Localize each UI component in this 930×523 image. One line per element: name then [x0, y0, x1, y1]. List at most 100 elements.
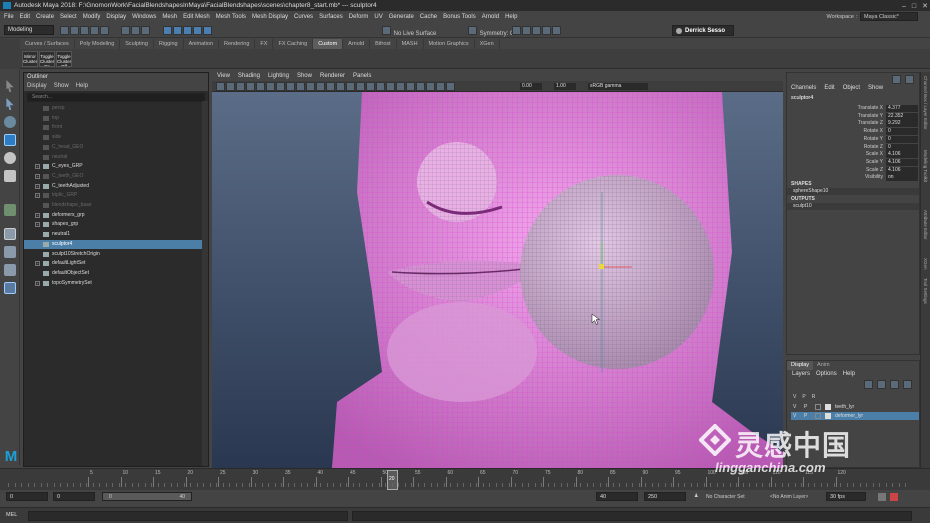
arnold-icon[interactable]: [552, 26, 561, 35]
snap-point-icon[interactable]: [182, 26, 192, 35]
output-node[interactable]: sculpt10: [787, 203, 919, 210]
textured-icon[interactable]: [356, 82, 365, 91]
outliner-row[interactable]: + topoSymmetrySet: [24, 279, 202, 289]
layer-color-swatch[interactable]: [825, 404, 831, 410]
grid-icon[interactable]: [256, 82, 265, 91]
menu-uv[interactable]: UV: [374, 14, 382, 20]
shelf-tab-mash[interactable]: MASH: [397, 39, 424, 49]
outliner-row[interactable]: neutral: [24, 153, 202, 163]
menu-edit-mesh[interactable]: Edit Mesh: [183, 14, 210, 20]
new-layer-selected-icon[interactable]: [903, 380, 912, 389]
shadows-icon[interactable]: [376, 82, 385, 91]
layer-menu-layers[interactable]: Layers: [792, 370, 810, 379]
save-scene-icon[interactable]: [80, 26, 89, 35]
channel-menu-show[interactable]: Show: [868, 83, 883, 93]
menu-file[interactable]: File: [4, 14, 14, 20]
expand-icon[interactable]: +: [35, 193, 40, 199]
outliner-row[interactable]: persp: [24, 104, 202, 114]
outliner-row[interactable]: + C_teeth_GEO: [24, 172, 202, 182]
outliner-row[interactable]: + C_eyes_GRP: [24, 162, 202, 172]
camera-attributes-icon[interactable]: [226, 82, 235, 91]
use-all-lights-icon[interactable]: [366, 82, 375, 91]
snap-view-plane-icon[interactable]: [192, 26, 202, 35]
field-chart-icon[interactable]: [296, 82, 305, 91]
menu-windows[interactable]: Windows: [132, 14, 156, 20]
live-surface-field[interactable]: No Live Surface: [382, 26, 436, 37]
safe-title-icon[interactable]: [316, 82, 325, 91]
anim-layer-dropdown[interactable]: <No Anim Layer>: [770, 494, 808, 500]
channel-menu-channels[interactable]: Channels: [791, 83, 816, 93]
current-time-indicator[interactable]: 20: [387, 470, 398, 490]
safe-action-icon[interactable]: [306, 82, 315, 91]
layer-playback-toggle[interactable]: P: [804, 403, 807, 411]
bookmark-icon[interactable]: [236, 82, 245, 91]
anti-aliasing-icon[interactable]: [406, 82, 415, 91]
shelf-tab-sculpting[interactable]: Sculpting: [120, 39, 154, 49]
menu-generate[interactable]: Generate: [389, 14, 414, 20]
gate-mask-icon[interactable]: [286, 82, 295, 91]
outliner-row[interactable]: neutral1: [24, 230, 202, 240]
expand-icon[interactable]: +: [35, 261, 40, 267]
attribute-value-field[interactable]: 9.292: [886, 120, 918, 128]
expand-icon[interactable]: +: [35, 280, 40, 286]
user-account-dropdown[interactable]: Derrick Sesso: [672, 25, 734, 36]
select-object-icon[interactable]: [131, 26, 141, 35]
layer-row[interactable]: V Pteeth_lyr: [791, 403, 919, 411]
menu-surfaces[interactable]: Surfaces: [319, 14, 343, 20]
colorspace-dropdown[interactable]: sRGB gamma: [588, 83, 648, 90]
wireframe-icon[interactable]: [326, 82, 335, 91]
menu-help[interactable]: Help: [505, 14, 517, 20]
render-icon[interactable]: [512, 26, 521, 35]
outliner-row[interactable]: blendshape_base: [24, 201, 202, 211]
lasso-tool-icon[interactable]: [6, 98, 14, 110]
outliner-row[interactable]: side: [24, 133, 202, 143]
layer-tab-anim[interactable]: Anim: [813, 361, 834, 370]
menu-edit[interactable]: Edit: [20, 14, 30, 20]
make-live-icon[interactable]: [202, 26, 212, 35]
menu-select[interactable]: Select: [60, 14, 77, 20]
menu-deform[interactable]: Deform: [349, 14, 369, 20]
anim-start-field[interactable]: 0: [53, 492, 95, 501]
exposure-field[interactable]: 0.00: [520, 83, 542, 90]
ipr-render-icon[interactable]: [522, 26, 531, 35]
undo-icon[interactable]: [90, 26, 99, 35]
menu-modify[interactable]: Modify: [83, 14, 101, 20]
persp-outliner-icon[interactable]: [4, 264, 16, 276]
channel-attribute-row[interactable]: Scale Z 4.106: [787, 166, 919, 175]
menu-bonus-tools[interactable]: Bonus Tools: [443, 14, 476, 20]
outliner-row[interactable]: front: [24, 123, 202, 133]
menu-mesh-tools[interactable]: Mesh Tools: [216, 14, 246, 20]
attribute-value-field[interactable]: on: [886, 174, 918, 182]
shelf-tab-arnold[interactable]: Arnold: [343, 39, 371, 49]
outliner-menu-display[interactable]: Display: [27, 82, 47, 91]
panel-options-icon[interactable]: [892, 75, 901, 84]
outliner-row[interactable]: + shapes_grp: [24, 220, 202, 230]
snap-curve-icon[interactable]: [172, 26, 182, 35]
expand-icon[interactable]: +: [35, 212, 40, 218]
menu-mesh[interactable]: Mesh: [162, 14, 177, 20]
shape-node[interactable]: sphereShape10: [787, 188, 919, 195]
command-input[interactable]: [28, 511, 348, 521]
shelf-tab-rigging[interactable]: Rigging: [154, 39, 184, 49]
attribute-value-field[interactable]: 0: [886, 143, 918, 151]
attribute-value-field[interactable]: 0: [886, 135, 918, 143]
character-set-dropdown[interactable]: No Character Set: [706, 494, 745, 500]
playback-settings-icon[interactable]: [890, 493, 898, 501]
shelf-tab-bifrost[interactable]: Bifrost: [370, 39, 397, 49]
move-tool-icon[interactable]: [4, 134, 16, 146]
attribute-value-field[interactable]: 4.106: [886, 151, 918, 159]
right-tab-attribute-editor[interactable]: Attribute Editor: [923, 210, 928, 240]
snap-grid-icon[interactable]: [162, 26, 172, 35]
shelf-button-mirror-cluster[interactable]: Mirror Cluster: [22, 51, 38, 67]
symmetry-dropdown[interactable]: Symmetry: Off: [468, 26, 518, 37]
outliner-row[interactable]: top: [24, 114, 202, 124]
attribute-value-field[interactable]: 4.106: [886, 158, 918, 166]
scale-tool-icon[interactable]: [4, 170, 16, 182]
menu-mesh-display[interactable]: Mesh Display: [252, 14, 288, 20]
auto-key-icon[interactable]: [878, 493, 886, 501]
channel-attribute-row[interactable]: Rotate X0: [787, 128, 919, 136]
channel-attribute-row[interactable]: Scale Y 4.106: [787, 158, 919, 167]
outliner-row[interactable]: + deformers_grp: [24, 211, 202, 221]
menu-arnold[interactable]: Arnold: [482, 14, 499, 20]
right-tab-modeling-toolkit[interactable]: Modeling Toolkit: [923, 150, 928, 182]
